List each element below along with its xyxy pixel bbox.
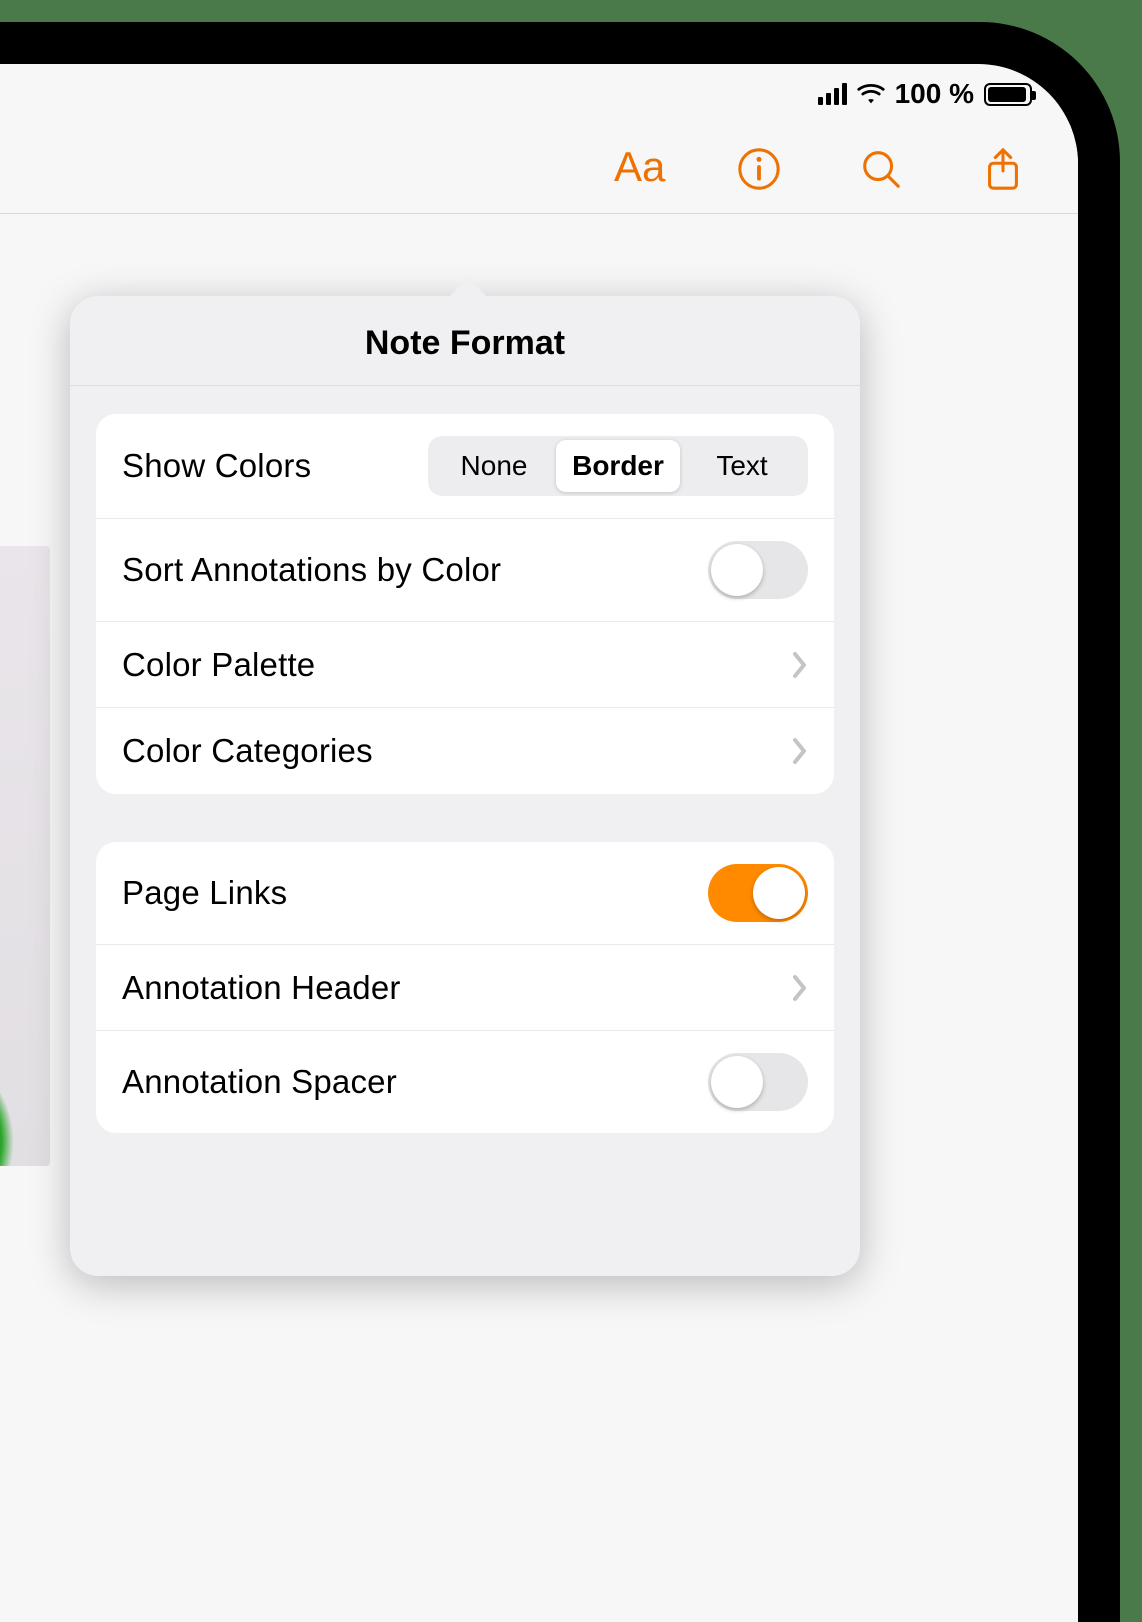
- format-button[interactable]: Aa: [612, 144, 662, 194]
- battery-icon: [984, 83, 1032, 106]
- group-annotations: Page Links Annotation Header Annotation …: [96, 842, 834, 1133]
- sort-annotations-label: Sort Annotations by Color: [122, 551, 501, 589]
- segment-none[interactable]: None: [432, 440, 556, 492]
- wifi-icon: [857, 83, 885, 105]
- device-frame: 100 % Aa: [0, 22, 1120, 1622]
- segment-text[interactable]: Text: [680, 440, 804, 492]
- color-palette-label: Color Palette: [122, 646, 315, 684]
- row-annotation-header[interactable]: Annotation Header: [96, 945, 834, 1031]
- annotation-header-label: Annotation Header: [122, 969, 401, 1007]
- status-bar: 100 %: [0, 64, 1078, 124]
- page-links-label: Page Links: [122, 874, 287, 912]
- row-annotation-spacer: Annotation Spacer: [96, 1031, 834, 1133]
- search-button[interactable]: [856, 144, 906, 194]
- screen: 100 % Aa: [0, 64, 1078, 1622]
- show-colors-segmented[interactable]: None Border Text: [428, 436, 808, 496]
- annotation-spacer-toggle[interactable]: [708, 1053, 808, 1111]
- popover-title: Note Format: [70, 296, 860, 386]
- info-button[interactable]: [734, 144, 784, 194]
- group-colors: Show Colors None Border Text Sort Annota…: [96, 414, 834, 794]
- page-links-toggle[interactable]: [708, 864, 808, 922]
- note-format-popover: Note Format Show Colors None Border Text…: [70, 296, 860, 1276]
- cellular-signal-icon: [818, 83, 847, 105]
- row-color-palette[interactable]: Color Palette: [96, 622, 834, 708]
- page-image: [0, 546, 50, 1166]
- row-color-categories[interactable]: Color Categories: [96, 708, 834, 794]
- chevron-right-icon: [792, 737, 808, 765]
- share-icon: [980, 146, 1026, 192]
- annotation-spacer-label: Annotation Spacer: [122, 1063, 397, 1101]
- search-icon: [858, 146, 904, 192]
- row-sort-annotations: Sort Annotations by Color: [96, 519, 834, 622]
- show-colors-label: Show Colors: [122, 447, 311, 485]
- row-show-colors: Show Colors None Border Text: [96, 414, 834, 519]
- chevron-right-icon: [792, 974, 808, 1002]
- share-button[interactable]: [978, 144, 1028, 194]
- info-icon: [736, 146, 782, 192]
- color-categories-label: Color Categories: [122, 732, 373, 770]
- status-icons: 100 %: [818, 78, 1032, 110]
- battery-percent-text: 100 %: [895, 78, 974, 110]
- text-format-icon: Aa: [614, 146, 660, 192]
- sort-annotations-toggle[interactable]: [708, 541, 808, 599]
- chevron-right-icon: [792, 651, 808, 679]
- toolbar: Aa: [0, 124, 1078, 214]
- segment-border[interactable]: Border: [556, 440, 680, 492]
- row-page-links: Page Links: [96, 842, 834, 945]
